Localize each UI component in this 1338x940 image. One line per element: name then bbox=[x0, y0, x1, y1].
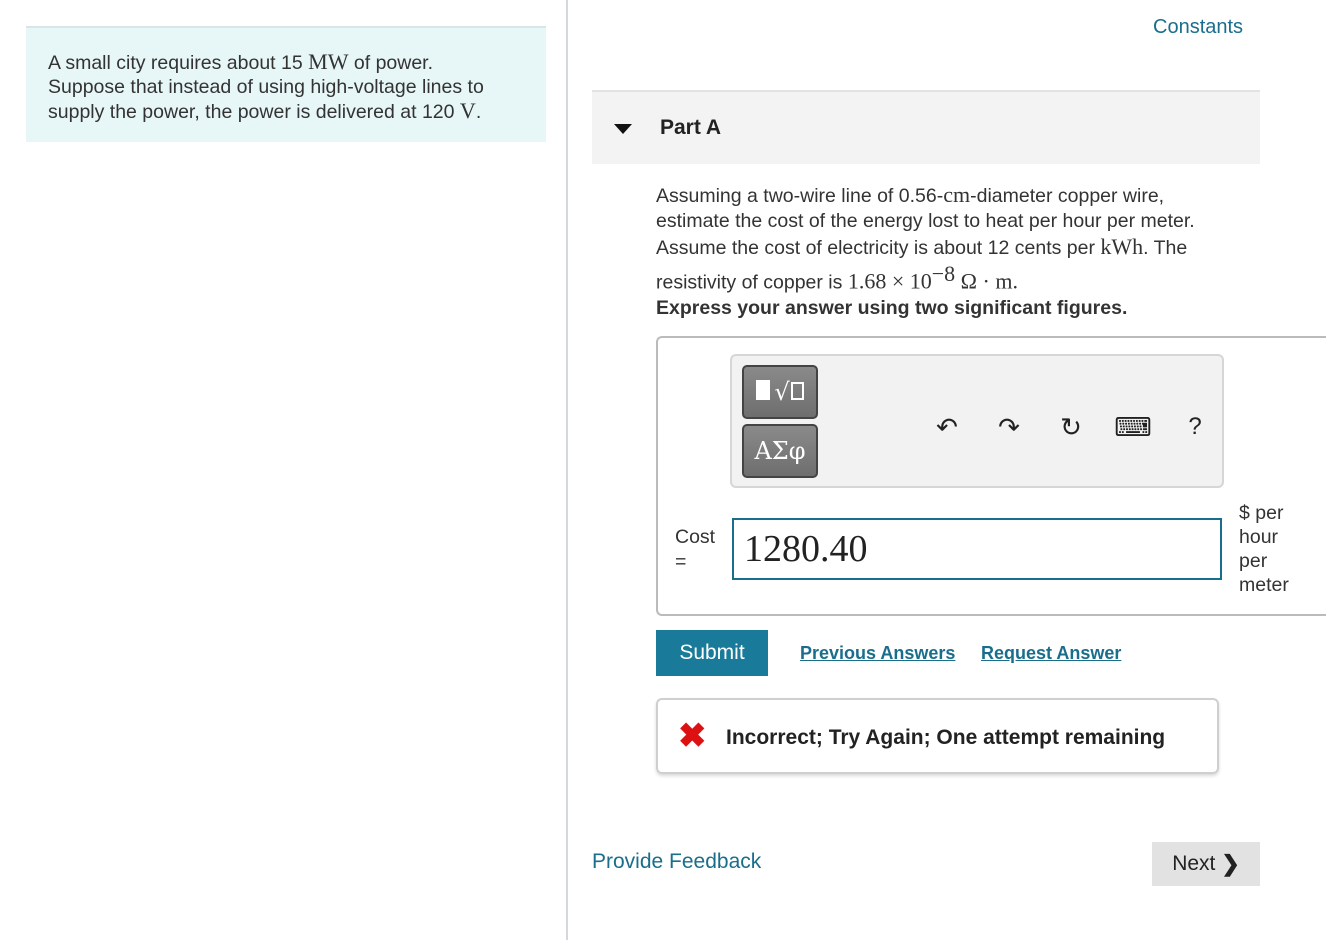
part-title: Part A bbox=[660, 116, 722, 139]
templates-button[interactable]: √ bbox=[742, 365, 818, 419]
constants-link[interactable]: Constants bbox=[1153, 16, 1243, 39]
column-divider bbox=[566, 0, 568, 940]
part-header[interactable]: Part A bbox=[592, 90, 1260, 164]
intro-line-3: supply the power, the power is delivered… bbox=[48, 98, 482, 124]
question-text: Assuming a two-wire line of 0.56-cm-diam… bbox=[656, 182, 1195, 294]
request-answer-link[interactable]: Request Answer bbox=[981, 643, 1121, 664]
next-label: Next bbox=[1172, 852, 1216, 875]
problem-intro: A small city requires about 15 MW of pow… bbox=[26, 26, 546, 142]
incorrect-x-icon: ✖ bbox=[678, 717, 707, 755]
answer-unit: $ per hour per meter bbox=[1239, 502, 1289, 596]
answer-instruction: Express your answer using two significan… bbox=[656, 297, 1128, 319]
help-button[interactable]: ? bbox=[1178, 410, 1212, 444]
next-button[interactable]: Next ❯ bbox=[1152, 842, 1260, 886]
keyboard-icon[interactable]: ⌨ bbox=[1114, 410, 1152, 444]
redo-icon[interactable]: ↷ bbox=[992, 410, 1026, 444]
intro-line-2: Suppose that instead of using high-volta… bbox=[48, 76, 484, 98]
answer-label: Cost = bbox=[675, 526, 716, 573]
provide-feedback-link[interactable]: Provide Feedback bbox=[592, 850, 761, 874]
feedback-text: Incorrect; Try Again; One attempt remain… bbox=[726, 726, 1166, 749]
previous-answers-link[interactable]: Previous Answers bbox=[800, 643, 955, 664]
greek-symbols-button[interactable]: ΑΣφ bbox=[742, 424, 818, 478]
template-radical-icon: √ bbox=[756, 378, 804, 406]
reset-icon[interactable]: ↻ bbox=[1054, 410, 1088, 444]
feedback-box: ✖ Incorrect; Try Again; One attempt rema… bbox=[656, 698, 1219, 774]
undo-icon[interactable]: ↶ bbox=[930, 410, 964, 444]
intro-line-1: A small city requires about 15 MW of pow… bbox=[48, 49, 434, 75]
collapse-caret-icon[interactable] bbox=[614, 124, 632, 134]
chevron-right-icon: ❯ bbox=[1221, 851, 1240, 876]
submit-button[interactable]: Submit bbox=[656, 630, 768, 676]
answer-input[interactable] bbox=[732, 518, 1222, 580]
math-toolbar: √ ΑΣφ ↶ ↷ ↻ ⌨ ? bbox=[730, 354, 1224, 488]
